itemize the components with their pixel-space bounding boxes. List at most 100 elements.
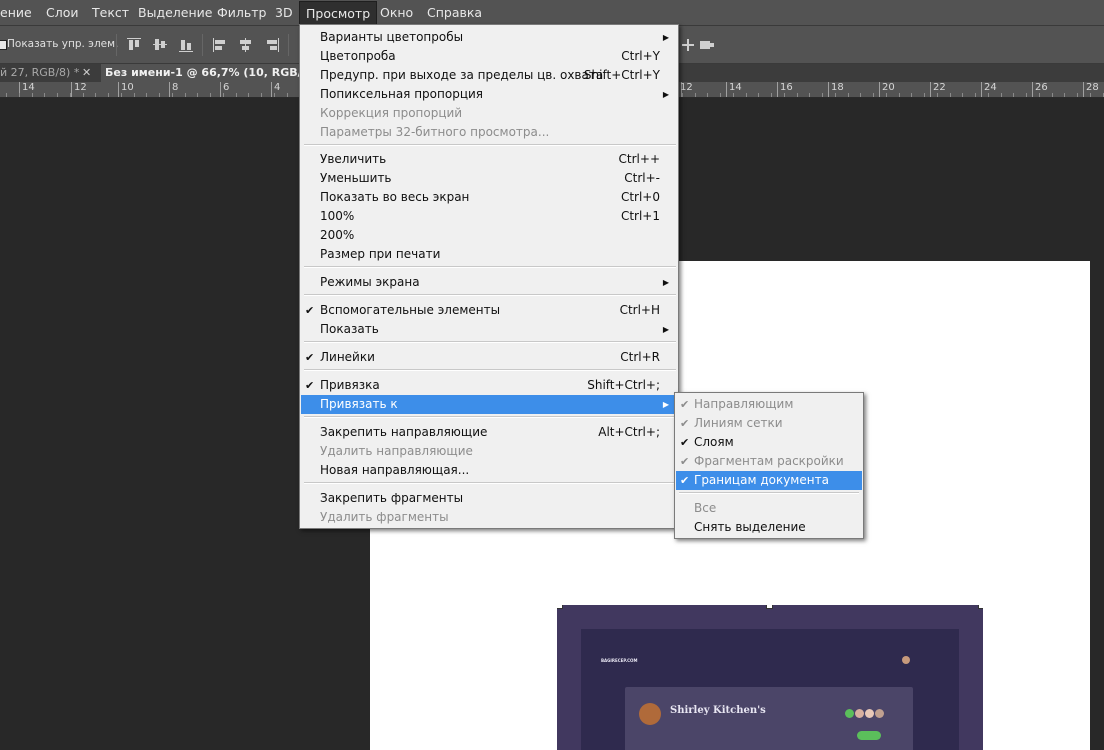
- menu-item-zoom-in[interactable]: Увеличить Ctrl++: [301, 150, 678, 169]
- submenu-item-none[interactable]: Снять выделение: [676, 518, 862, 537]
- ruler-minor-tick: [797, 93, 798, 97]
- divider: [288, 34, 289, 56]
- menu-view[interactable]: Просмотр: [299, 1, 378, 26]
- menu-item-zoom-out[interactable]: Уменьшить Ctrl+-: [301, 169, 678, 188]
- close-icon[interactable]: ✕: [82, 64, 91, 82]
- menu-select[interactable]: Выделение: [132, 0, 218, 26]
- ruler-minor-tick: [172, 93, 173, 97]
- ruler-minor-tick: [809, 93, 810, 97]
- ruler-minor-tick: [1026, 93, 1027, 97]
- ruler-number: 14: [22, 82, 35, 93]
- ruler-minor-tick: [95, 93, 96, 97]
- menu-item-rulers[interactable]: ✔ Линейки Ctrl+R: [301, 348, 678, 367]
- menu-item-proof-setup[interactable]: Варианты цветопробы ▶: [301, 28, 678, 47]
- divider: [202, 34, 203, 56]
- ruler-minor-tick: [1052, 93, 1053, 97]
- menu-edit[interactable]: ение: [0, 0, 38, 26]
- checkmark-icon: ✔: [305, 351, 315, 364]
- ruler-number: 22: [933, 82, 946, 93]
- align-vcenter-icon[interactable]: [152, 37, 168, 53]
- ruler-number: 24: [984, 82, 997, 93]
- menu-item-new-guide[interactable]: Новая направляющая...: [301, 461, 678, 480]
- tab-document-1[interactable]: й 27, RGB/8) * ✕: [0, 64, 94, 82]
- ruler-number: 8: [172, 82, 179, 93]
- transform-handle[interactable]: [766, 605, 773, 609]
- menu-item-show[interactable]: Показать ▶: [301, 320, 678, 339]
- ruler-minor-tick: [248, 93, 249, 97]
- submenu-item-document-bounds[interactable]: ✔ Границам документа: [676, 471, 862, 490]
- menu-text[interactable]: Текст: [86, 0, 135, 26]
- menu-help[interactable]: Справка: [421, 0, 488, 26]
- preview-profile-card: Shirley Kitchen's: [625, 687, 913, 750]
- menu-separator: [304, 482, 676, 484]
- menu-separator: [304, 144, 676, 146]
- transform-handle[interactable]: [557, 605, 563, 609]
- menu-item-snap-to[interactable]: Привязать к ▶: [301, 395, 678, 414]
- ruler-number: 12: [74, 82, 87, 93]
- placed-image-layer[interactable]: BAGIRECEP.COM Shirley Kitchen's: [557, 605, 983, 750]
- ruler-minor-tick: [924, 93, 925, 97]
- ruler-minor-tick: [210, 93, 211, 97]
- checkmark-icon: ✔: [680, 474, 690, 487]
- menu-filter[interactable]: Фильтр: [211, 0, 272, 26]
- menu-item-extras[interactable]: ✔ Вспомогательные элементы Ctrl+H: [301, 301, 678, 320]
- ruler-minor-tick: [1064, 93, 1065, 97]
- follow-button: [857, 731, 881, 740]
- ruler-minor-tick: [121, 93, 122, 97]
- align-left-icon[interactable]: [212, 37, 228, 53]
- ruler-tick: [930, 82, 931, 97]
- menu-window[interactable]: Окно: [374, 0, 419, 26]
- avatar: [902, 656, 910, 664]
- menu-item-snap[interactable]: ✔ Привязка Shift+Ctrl+;: [301, 376, 678, 395]
- 3d-pan-icon[interactable]: [680, 37, 696, 53]
- ruler-minor-tick: [899, 93, 900, 97]
- menu-separator: [304, 266, 676, 268]
- ruler-number: 20: [882, 82, 895, 93]
- menu-item-fit-screen[interactable]: Показать во весь экран Ctrl+0: [301, 188, 678, 207]
- ruler-minor-tick: [236, 93, 237, 97]
- ruler-minor-tick: [911, 93, 912, 97]
- ruler-minor-tick: [134, 93, 135, 97]
- checkmark-icon: ✔: [680, 417, 690, 430]
- menu-separator: [679, 492, 859, 494]
- menu-item-200-percent[interactable]: 200%: [301, 226, 678, 245]
- ruler-minor-tick: [962, 93, 963, 97]
- avatar: [855, 709, 864, 718]
- menu-item-lock-guides[interactable]: Закрепить направляющие Alt+Ctrl+;: [301, 423, 678, 442]
- ruler-minor-tick: [83, 93, 84, 97]
- align-top-icon[interactable]: [126, 37, 142, 53]
- ruler-minor-tick: [32, 93, 33, 97]
- menu-item-pixel-aspect[interactable]: Попиксельная пропорция ▶: [301, 85, 678, 104]
- avatar: [875, 709, 884, 718]
- ruler-tick: [1083, 82, 1084, 97]
- preview-brand: BAGIRECEP.COM: [601, 658, 638, 663]
- submenu-item-guides: ✔ Направляющим: [676, 395, 862, 414]
- ruler-minor-tick: [950, 93, 951, 97]
- align-hcenter-icon[interactable]: [238, 37, 254, 53]
- menu-item-print-size[interactable]: Размер при печати: [301, 245, 678, 264]
- menu-item-screen-mode[interactable]: Режимы экрана ▶: [301, 273, 678, 292]
- menu-item-proof-colors[interactable]: Цветопроба Ctrl+Y: [301, 47, 678, 66]
- ruler-minor-tick: [57, 93, 58, 97]
- tab-document-2[interactable]: Без имени-1 @ 66,7% (10, RGB/8) *: [101, 64, 324, 82]
- submenu-item-layers[interactable]: ✔ Слоям: [676, 433, 862, 452]
- menu-item-lock-slices[interactable]: Закрепить фрагменты: [301, 489, 678, 508]
- ruler-tick: [1032, 82, 1033, 97]
- menu-item-100-percent[interactable]: 100% Ctrl+1: [301, 207, 678, 226]
- menu-item-32bit-preview: Параметры 32-битного просмотра...: [320, 125, 550, 139]
- ruler-minor-tick: [1001, 93, 1002, 97]
- align-right-icon[interactable]: [264, 37, 280, 53]
- menu-layers[interactable]: Слои: [40, 0, 85, 26]
- 3d-camera-icon[interactable]: [699, 37, 715, 53]
- ruler-minor-tick: [975, 93, 976, 97]
- show-controls-checkbox[interactable]: [0, 40, 7, 50]
- transform-handle[interactable]: [978, 605, 983, 609]
- ruler-minor-tick: [835, 93, 836, 97]
- ruler-tick: [879, 82, 880, 97]
- ruler-tick: [220, 82, 221, 97]
- ruler-minor-tick: [1090, 93, 1091, 97]
- ruler-minor-tick: [287, 93, 288, 97]
- menu-3d[interactable]: 3D: [269, 0, 299, 26]
- menu-item-gamut-warning[interactable]: Предупр. при выходе за пределы цв. охват…: [301, 66, 678, 85]
- align-bottom-icon[interactable]: [178, 37, 194, 53]
